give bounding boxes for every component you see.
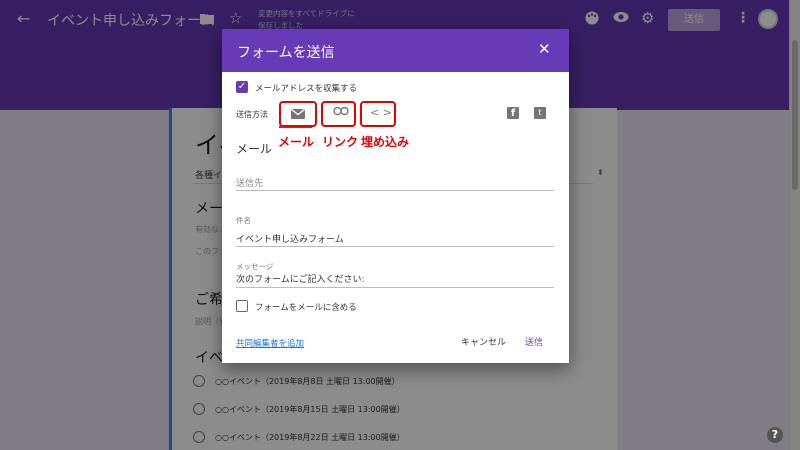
subject-underline <box>236 246 554 247</box>
collect-email-checkbox[interactable]: ✓ <box>236 81 248 93</box>
annotation-link: リンク <box>322 135 359 149</box>
close-icon[interactable]: ✕ <box>538 40 551 58</box>
subject-label: 件名 <box>236 216 251 225</box>
send-method-label: 送信方法 <box>236 110 268 119</box>
annotation-embed: 埋め込み <box>361 135 410 149</box>
twitter-icon[interactable]: t <box>534 107 546 119</box>
message-input[interactable]: 次のフォームにご記入ください: <box>236 272 365 285</box>
highlight-box-mail <box>279 101 317 127</box>
send-button[interactable]: 送信 <box>525 335 543 348</box>
help-icon[interactable]: ? <box>767 427 783 443</box>
add-collaborators-link[interactable]: 共同編集者を追加 <box>236 337 304 349</box>
include-form-checkbox[interactable] <box>236 300 248 312</box>
to-input-underline <box>236 190 554 191</box>
highlight-box-embed <box>360 101 396 127</box>
collect-email-label: メールアドレスを収集する <box>255 84 358 94</box>
message-underline <box>236 287 554 288</box>
subject-input[interactable]: イベント申し込みフォーム <box>236 232 344 245</box>
facebook-icon[interactable]: f <box>507 107 519 119</box>
message-label: メッセージ <box>236 262 274 271</box>
dialog-header: フォームを送信 ✕ <box>222 29 569 72</box>
email-section-title: メール <box>236 142 273 156</box>
cancel-button[interactable]: キャンセル <box>461 335 506 348</box>
highlight-box-link <box>321 101 356 127</box>
include-form-label: フォームをメールに含める <box>255 303 357 313</box>
to-input[interactable]: 送信先 <box>236 176 263 189</box>
annotation-mail: メール <box>278 135 315 149</box>
dialog-title: フォームを送信 <box>237 45 335 61</box>
